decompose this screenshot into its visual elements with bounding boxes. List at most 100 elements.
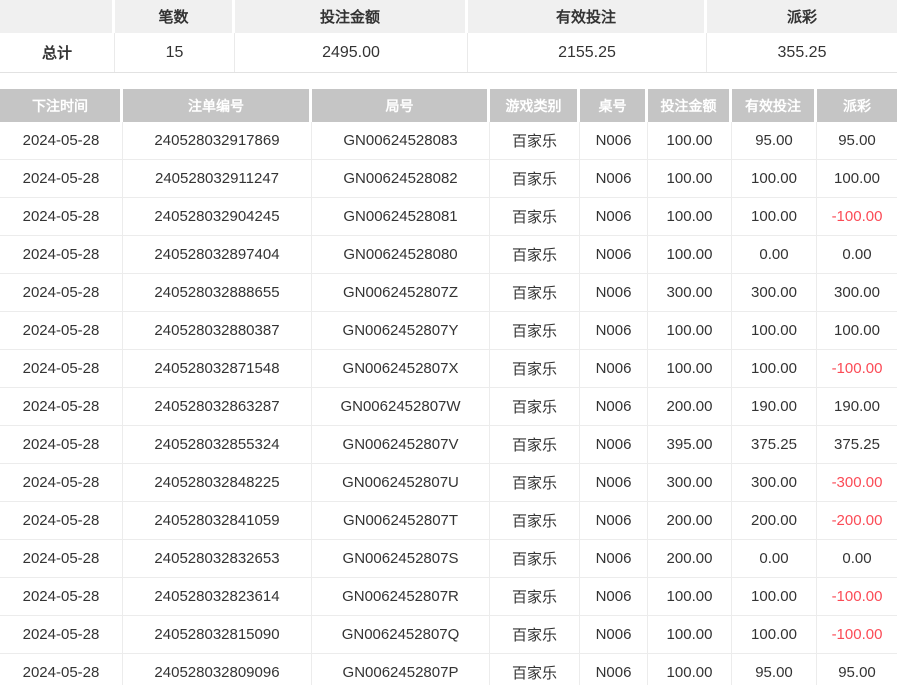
cell-bet-amount: 100.00: [648, 198, 732, 235]
cell-bet-id: 240528032897404: [123, 236, 312, 273]
table-row: 2024-05-28 240528032855324 GN0062452807V…: [0, 426, 897, 464]
cell-valid-bet: 375.25: [732, 426, 817, 463]
cell-round-id: GN0062452807Y: [312, 312, 490, 349]
cell-table-no: N006: [580, 198, 648, 235]
table-row: 2024-05-28 240528032897404 GN00624528080…: [0, 236, 897, 274]
cell-round-id: GN0062452807T: [312, 502, 490, 539]
cell-round-id: GN0062452807P: [312, 654, 490, 685]
col-header-bet-amount: 投注金额: [648, 89, 732, 122]
summary-header-row: 笔数 投注金额 有效投注 派彩: [0, 0, 897, 33]
cell-payout: 190.00: [817, 388, 897, 425]
cell-round-id: GN0062452807Z: [312, 274, 490, 311]
table-row: 2024-05-28 240528032888655 GN0062452807Z…: [0, 274, 897, 312]
cell-game-type: 百家乐: [490, 578, 580, 615]
cell-game-type: 百家乐: [490, 388, 580, 425]
cell-payout: 0.00: [817, 540, 897, 577]
cell-round-id: GN00624528081: [312, 198, 490, 235]
summary-header-valid-bet: 有效投注: [468, 0, 707, 33]
cell-valid-bet: 100.00: [732, 160, 817, 197]
cell-bet-id: 240528032880387: [123, 312, 312, 349]
col-header-bet-id: 注单编号: [123, 89, 312, 122]
records-header-row: 下注时间 注单编号 局号 游戏类别 桌号 投注金额 有效投注 派彩: [0, 89, 897, 122]
cell-bet-amount: 100.00: [648, 616, 732, 653]
cell-valid-bet: 300.00: [732, 464, 817, 501]
cell-bet-time: 2024-05-28: [0, 616, 123, 653]
cell-table-no: N006: [580, 616, 648, 653]
table-row: 2024-05-28 240528032815090 GN0062452807Q…: [0, 616, 897, 654]
summary-total-count: 15: [115, 33, 235, 72]
cell-bet-id: 240528032888655: [123, 274, 312, 311]
cell-table-no: N006: [580, 388, 648, 425]
cell-table-no: N006: [580, 160, 648, 197]
cell-bet-amount: 200.00: [648, 502, 732, 539]
table-row: 2024-05-28 240528032904245 GN00624528081…: [0, 198, 897, 236]
col-header-game-type: 游戏类别: [490, 89, 580, 122]
cell-table-no: N006: [580, 274, 648, 311]
cell-bet-amount: 200.00: [648, 388, 732, 425]
cell-bet-time: 2024-05-28: [0, 388, 123, 425]
cell-valid-bet: 190.00: [732, 388, 817, 425]
cell-bet-amount: 100.00: [648, 654, 732, 685]
table-row: 2024-05-28 240528032848225 GN0062452807U…: [0, 464, 897, 502]
col-header-valid-bet: 有效投注: [732, 89, 817, 122]
cell-round-id: GN0062452807X: [312, 350, 490, 387]
cell-payout: 375.25: [817, 426, 897, 463]
cell-bet-amount: 100.00: [648, 160, 732, 197]
cell-game-type: 百家乐: [490, 312, 580, 349]
table-row: 2024-05-28 240528032863287 GN0062452807W…: [0, 388, 897, 426]
cell-payout: -100.00: [817, 616, 897, 653]
cell-bet-id: 240528032841059: [123, 502, 312, 539]
cell-table-no: N006: [580, 312, 648, 349]
cell-bet-amount: 100.00: [648, 312, 732, 349]
cell-round-id: GN0062452807V: [312, 426, 490, 463]
summary-header-bet-amount: 投注金额: [235, 0, 468, 33]
cell-bet-time: 2024-05-28: [0, 122, 123, 159]
cell-bet-time: 2024-05-28: [0, 274, 123, 311]
records-body: 2024-05-28 240528032917869 GN00624528083…: [0, 122, 897, 685]
cell-game-type: 百家乐: [490, 160, 580, 197]
col-header-bet-time: 下注时间: [0, 89, 123, 122]
cell-table-no: N006: [580, 502, 648, 539]
cell-bet-amount: 100.00: [648, 350, 732, 387]
cell-game-type: 百家乐: [490, 502, 580, 539]
cell-bet-id: 240528032848225: [123, 464, 312, 501]
cell-table-no: N006: [580, 350, 648, 387]
cell-table-no: N006: [580, 236, 648, 273]
cell-bet-time: 2024-05-28: [0, 160, 123, 197]
cell-table-no: N006: [580, 578, 648, 615]
cell-bet-id: 240528032809096: [123, 654, 312, 685]
cell-bet-id: 240528032871548: [123, 350, 312, 387]
cell-bet-amount: 100.00: [648, 122, 732, 159]
cell-bet-time: 2024-05-28: [0, 426, 123, 463]
cell-bet-amount: 200.00: [648, 540, 732, 577]
cell-valid-bet: 95.00: [732, 122, 817, 159]
cell-valid-bet: 100.00: [732, 312, 817, 349]
cell-bet-id: 240528032815090: [123, 616, 312, 653]
cell-game-type: 百家乐: [490, 274, 580, 311]
summary-table: 笔数 投注金额 有效投注 派彩 总计 15 2495.00 2155.25 35…: [0, 0, 897, 73]
summary-total-payout: 355.25: [707, 33, 897, 72]
cell-payout: -100.00: [817, 350, 897, 387]
table-row: 2024-05-28 240528032911247 GN00624528082…: [0, 160, 897, 198]
cell-bet-time: 2024-05-28: [0, 312, 123, 349]
cell-valid-bet: 100.00: [732, 198, 817, 235]
cell-bet-amount: 395.00: [648, 426, 732, 463]
cell-table-no: N006: [580, 464, 648, 501]
cell-bet-time: 2024-05-28: [0, 654, 123, 685]
cell-valid-bet: 95.00: [732, 654, 817, 685]
cell-bet-time: 2024-05-28: [0, 198, 123, 235]
bet-records-page: 笔数 投注金额 有效投注 派彩 总计 15 2495.00 2155.25 35…: [0, 0, 897, 685]
cell-bet-id: 240528032917869: [123, 122, 312, 159]
cell-round-id: GN0062452807W: [312, 388, 490, 425]
cell-game-type: 百家乐: [490, 426, 580, 463]
summary-total-label: 总计: [0, 33, 115, 72]
cell-game-type: 百家乐: [490, 540, 580, 577]
summary-total-bet-amount: 2495.00: [235, 33, 468, 72]
table-row: 2024-05-28 240528032832653 GN0062452807S…: [0, 540, 897, 578]
cell-valid-bet: 300.00: [732, 274, 817, 311]
table-row: 2024-05-28 240528032809096 GN0062452807P…: [0, 654, 897, 685]
cell-game-type: 百家乐: [490, 350, 580, 387]
cell-table-no: N006: [580, 540, 648, 577]
table-row: 2024-05-28 240528032880387 GN0062452807Y…: [0, 312, 897, 350]
cell-payout: 0.00: [817, 236, 897, 273]
